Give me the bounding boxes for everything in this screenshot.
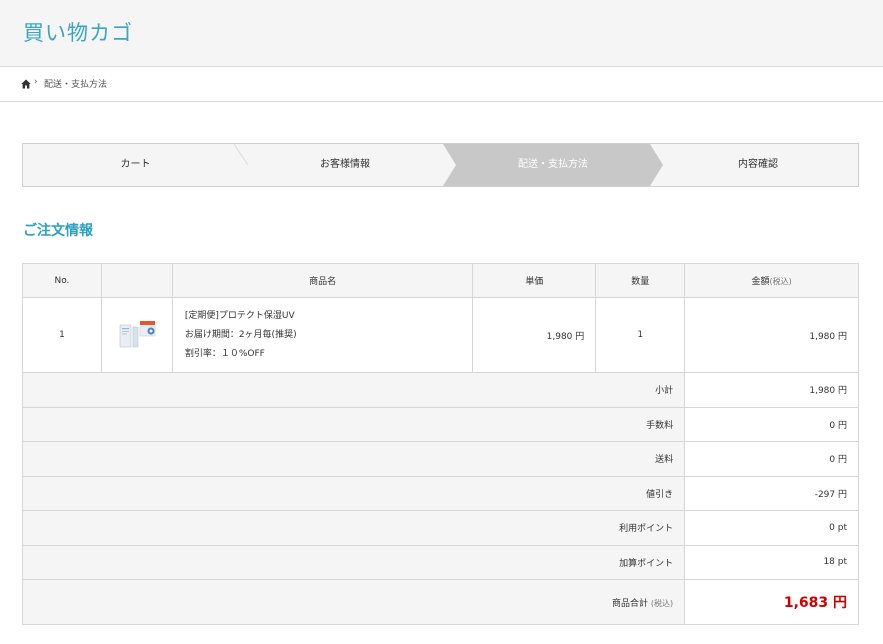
breadcrumb: › 配送・支払方法 — [0, 67, 883, 102]
total-label-cell: 商品合計 (税込) — [21, 579, 686, 625]
used-points-value: 0 pt — [684, 510, 859, 546]
header-image — [100, 263, 173, 298]
table-header-row: No. 商品名 単価 数量 金額(税込) — [22, 263, 859, 298]
breadcrumb-current: 配送・支払方法 — [44, 80, 108, 90]
product-thumbnail[interactable] — [117, 318, 157, 352]
item-discount-rate: 割引率：１０%OFF — [184, 348, 265, 359]
item-delivery-interval: お届け期間：2ヶ月毎(推奨) — [184, 329, 297, 340]
total-value: 1,683 円 — [684, 579, 859, 625]
checkout-steps: カート お客様情報 配送・支払方法 内容確認 — [22, 143, 859, 187]
item-image-cell — [100, 297, 173, 373]
summary-row-subtotal: 小計 1,980 円 — [21, 372, 859, 408]
step-customer-info: お客様情報 — [320, 159, 370, 170]
discount-label: 値引き — [21, 475, 686, 511]
breadcrumb-separator: › — [34, 77, 38, 87]
added-points-value: 18 pt — [684, 544, 859, 580]
summary-row-total: 商品合計 (税込) 1,683 円 — [21, 579, 859, 625]
shipping-value: 0 円 — [684, 441, 859, 477]
step-delivery-payment: 配送・支払方法 — [518, 159, 588, 170]
header-amount-tax-note: (税込) — [769, 277, 792, 286]
item-unit-price: 1,980 円 — [472, 297, 597, 373]
added-points-label: 加算ポイント — [21, 544, 686, 580]
total-tax-note: (税込) — [650, 598, 674, 608]
subtotal-value: 1,980 円 — [684, 372, 859, 408]
item-amount: 1,980 円 — [684, 297, 859, 373]
header-no: No. — [22, 263, 102, 298]
fee-label: 手数料 — [21, 406, 686, 442]
table-row: 1 [定期便]プロテクト保湿UV お届け期間：2ヶ月毎(推奨) 割引率：１０%O… — [22, 297, 859, 373]
shipping-label: 送料 — [21, 441, 686, 477]
summary-row-fee: 手数料 0 円 — [21, 406, 859, 442]
header-name: 商品名 — [171, 263, 474, 298]
header-amount: 金額(税込) — [684, 263, 859, 298]
header-unit-price: 単価 — [472, 263, 597, 298]
used-points-label: 利用ポイント — [21, 510, 686, 546]
item-quantity: 1 — [595, 297, 686, 373]
page-header: 買い物カゴ — [0, 0, 883, 67]
step-confirm: 内容確認 — [738, 159, 778, 170]
item-name[interactable]: [定期便]プロテクト保湿UV — [185, 307, 473, 326]
summary-row-shipping: 送料 0 円 — [21, 441, 859, 477]
summary-row-discount: 値引き -297 円 — [21, 475, 859, 511]
page-title: 買い物カゴ — [23, 21, 133, 45]
home-icon[interactable] — [21, 79, 31, 89]
section-title: ご注文情報 — [23, 223, 93, 239]
header-amount-label: 金額 — [751, 277, 770, 287]
subtotal-label: 小計 — [21, 372, 686, 408]
order-table: No. 商品名 単価 数量 金額(税込) 1 [定期便]プロテクト保湿UV お届… — [21, 263, 859, 625]
step-cart: カート — [120, 159, 151, 170]
header-quantity: 数量 — [595, 263, 686, 298]
fee-value: 0 円 — [684, 406, 859, 442]
item-name-cell: [定期便]プロテクト保湿UV お届け期間：2ヶ月毎(推奨) 割引率：１０%OFF — [171, 297, 474, 373]
discount-value: -297 円 — [684, 475, 859, 511]
summary-row-added-points: 加算ポイント 18 pt — [21, 544, 859, 580]
total-label: 商品合計 — [612, 598, 649, 609]
product-image — [119, 321, 156, 348]
summary-row-used-points: 利用ポイント 0 pt — [21, 510, 859, 546]
item-no: 1 — [22, 297, 102, 373]
